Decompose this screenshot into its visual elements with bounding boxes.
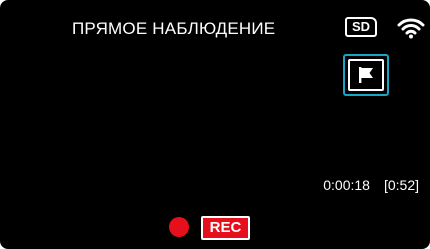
marker-button[interactable] [343, 54, 389, 96]
elapsed-time: 0:00:18 [323, 177, 370, 193]
marker-button-frame [348, 59, 384, 91]
sd-card-badge: SD [345, 17, 377, 37]
flag-icon [359, 67, 373, 83]
remaining-time: [0:52] [383, 177, 419, 193]
record-dot-icon [169, 217, 189, 237]
recording-time-display: 0:00:18 [0:52] [323, 177, 419, 193]
live-view-screen: ПРЯМОЕ НАБЛЮДЕНИЕ SD 0:00:18 [0:52] REC [0, 0, 430, 249]
wifi-icon [397, 18, 425, 39]
rec-button[interactable]: REC [201, 216, 250, 240]
screen-title: ПРЯМОЕ НАБЛЮДЕНИЕ [72, 19, 276, 38]
